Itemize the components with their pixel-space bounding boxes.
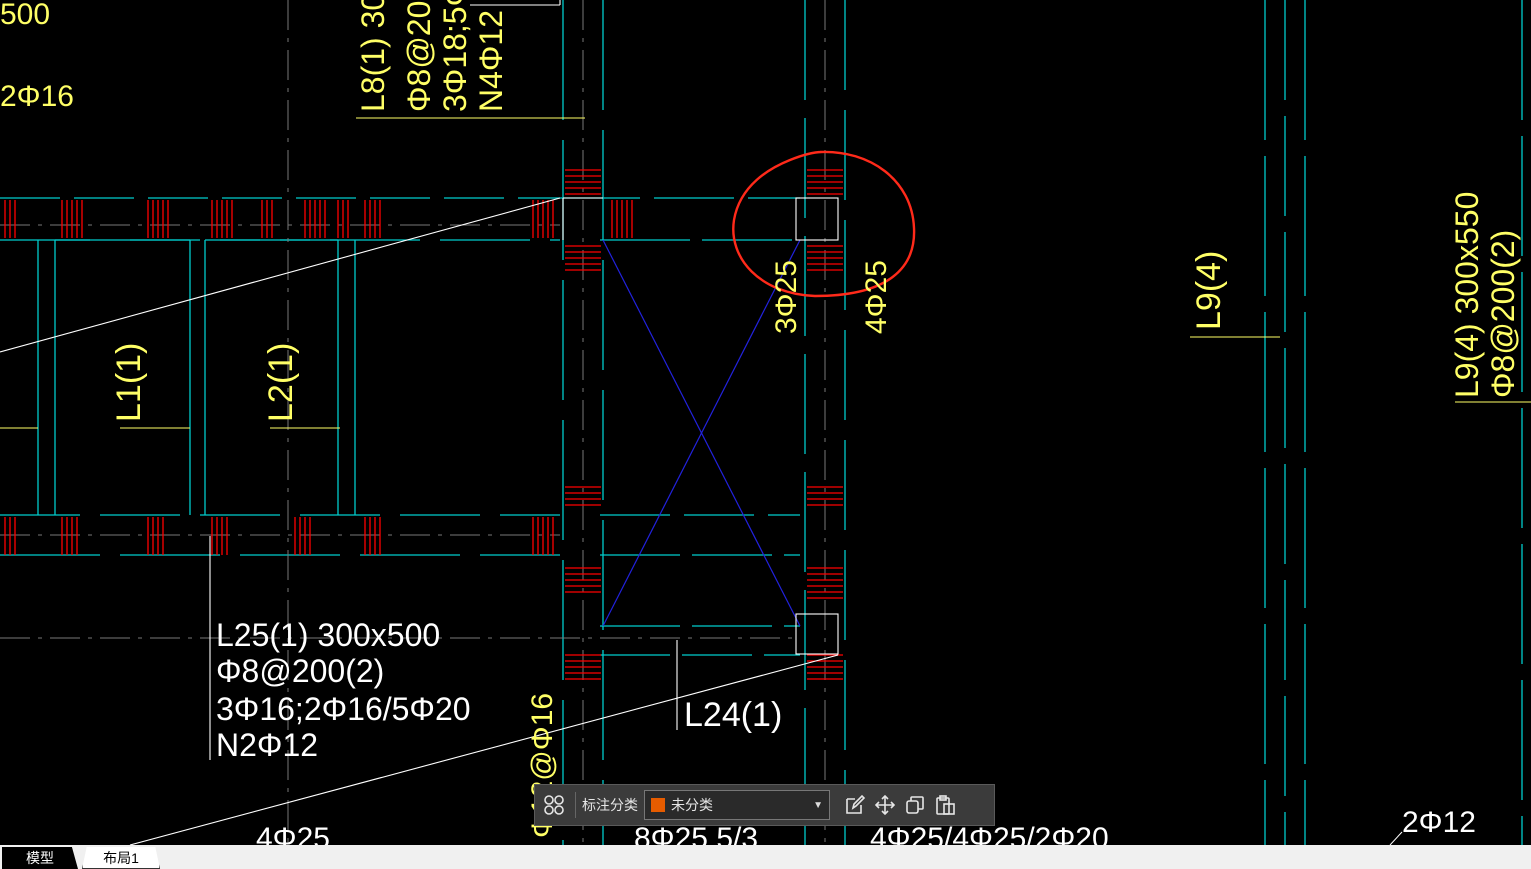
label-bottom-left-rebar: 4Φ25: [256, 822, 330, 845]
label-l25-stirrup: Φ8@200(2): [216, 653, 384, 689]
paste-icon[interactable]: [930, 790, 960, 820]
label-l2: L2(1): [262, 343, 300, 422]
cad-drawing-canvas[interactable]: 500 2Φ16 L8(1) 300 Φ8@200(2) 3Φ18;5Φ2 N4…: [0, 0, 1531, 845]
label-l9-stirrup: Φ8@200(2): [1485, 230, 1521, 398]
label-l9: L9(4) 300x550: [1449, 192, 1485, 398]
label-l8: L8(1) 300: [355, 0, 391, 112]
label-2phi16: 2Φ16: [0, 80, 74, 113]
category-label: 标注分类: [582, 797, 638, 813]
layout-tab-bar: 模型 布局1: [0, 845, 1531, 869]
label-l8-main: 3Φ18;5Φ2: [437, 0, 473, 112]
label-3phi25: 3Φ25: [770, 260, 803, 334]
label-500: 500: [0, 0, 50, 31]
grid-icon[interactable]: [539, 790, 569, 820]
copy-icon[interactable]: [900, 790, 930, 820]
category-select[interactable]: 未分类 ▼: [644, 790, 830, 820]
label-4phi25: 4Φ25: [860, 260, 893, 334]
category-color-swatch: [651, 798, 665, 812]
edit-icon[interactable]: [840, 790, 870, 820]
label-l8-side: N4Φ12: [473, 10, 509, 112]
annotation-toolbar: 标注分类 未分类 ▼: [534, 784, 995, 826]
tab-model[interactable]: 模型: [2, 847, 78, 869]
chevron-down-icon: ▼: [813, 799, 823, 811]
label-l8-stirrup: Φ8@200(2): [401, 0, 437, 112]
category-value: 未分类: [671, 797, 713, 813]
label-l9-short: L9(4): [1190, 251, 1228, 330]
move-icon[interactable]: [870, 790, 900, 820]
label-l24: L24(1): [684, 696, 782, 734]
label-l1: L1(1): [110, 343, 148, 422]
label-l25-main: 3Φ16;2Φ16/5Φ20: [216, 691, 471, 727]
toolbar-divider: [575, 792, 576, 818]
label-2phi12: 2Φ12: [1402, 806, 1476, 839]
tab-layout1[interactable]: 布局1: [82, 847, 160, 869]
label-l25: L25(1) 300x500: [216, 617, 440, 653]
label-l25-side: N2Φ12: [216, 727, 318, 763]
